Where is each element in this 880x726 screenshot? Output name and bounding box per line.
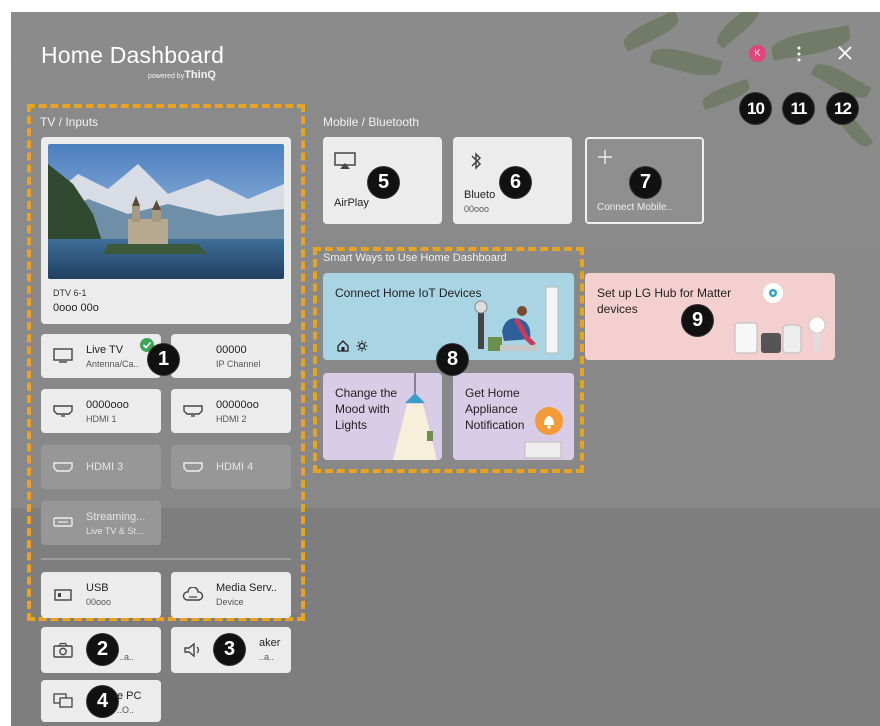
hdmi-icon [53,462,73,472]
appliance-notification-card[interactable]: Get Home Appliance Notification [453,373,574,460]
device-label: e PC [117,690,142,702]
hub-devices-illustration [734,316,826,354]
callout-1: 1 [148,344,179,375]
input-hdmi-4[interactable]: HDMI 4 [171,445,291,489]
callout-8: 8 [437,344,468,375]
streaming-icon [53,517,73,527]
callout-6: 6 [500,167,531,198]
avatar-letter: K [754,48,761,58]
tv-preview-card[interactable]: DTV 6-1 0ooo 00o [41,137,291,324]
connect-mobile-label: Connect Mobile.. [597,202,673,213]
cloud-icon [182,587,204,601]
callout-9: 9 [682,305,713,336]
input-label: Streaming... [86,511,146,523]
device-sub: 00ooo [86,597,112,607]
airplay-icon [334,152,356,169]
powered-by-thinq: powered byThinQ [148,69,216,81]
device-sub: Device [216,597,244,607]
input-label: HDMI 3 [86,461,124,473]
matter-gear-icon [763,283,783,303]
iot-illustration [474,286,559,354]
bluetooth-sub: 00ooo [464,204,490,214]
input-hdmi-2[interactable]: 00000oo HDMI 2 [171,389,291,433]
appliance-illustration [524,441,562,459]
input-live-tv[interactable]: Live TV Antenna/Ca.. [41,334,161,378]
mood-lights-card[interactable]: Change the Mood with Lights [323,373,442,460]
page-title: Home Dashboard [41,42,225,68]
device-usb[interactable]: USB 00ooo [41,572,161,618]
input-sub: HDMI 2 [216,414,247,424]
bluetooth-icon [471,152,482,170]
input-sub: HDMI 1 [86,414,117,424]
input-hdmi-1[interactable]: 0000ooo HDMI 1 [41,389,161,433]
input-sub: IP Channel [216,359,261,369]
hdmi-icon [183,405,203,417]
callout-3: 3 [214,634,245,665]
home-icon [337,340,349,352]
callout-10: 10 [740,93,771,124]
callout-12: 12 [827,93,858,124]
close-icon[interactable] [838,46,852,60]
matter-card-title: Set up LG Hub for Matter devices [597,286,732,316]
camera-icon [53,642,73,658]
tv-icon [53,348,73,363]
more-options-icon[interactable] [797,45,801,63]
usb-icon [54,589,72,601]
device-label: aker [259,637,281,649]
tv-channel: DTV 6-1 [53,288,87,298]
hdmi-icon [183,462,203,472]
input-ip-channel[interactable]: 00000 IP Channel [171,334,291,378]
input-sub: Live TV & St... [86,526,144,536]
input-label: 00000oo [216,399,259,411]
plus-icon [598,150,612,164]
lamp-illustration [393,373,437,460]
callout-2: 2 [87,634,118,665]
hdmi-icon [53,405,73,417]
pc-icon [53,693,73,708]
input-hdmi-3[interactable]: HDMI 3 [41,445,161,489]
input-label: HDMI 4 [216,461,254,473]
input-streaming[interactable]: Streaming... Live TV & St... [41,501,161,545]
device-media-server[interactable]: Media Serv.. Device [171,572,291,618]
airplay-label: AirPlay [334,197,369,209]
iot-card-title: Connect Home IoT Devices [335,286,482,300]
device-label: USB [86,582,109,594]
notification-card-title: Get Home Appliance Notification [465,386,525,432]
device-sub: ..a.. [259,652,275,662]
home-dashboard-screen: Home Dashboard powered byThinQ K TV / In… [11,12,880,726]
callout-4: 4 [87,686,118,717]
input-label: 00000 [216,344,247,356]
tv-program: 0ooo 00o [53,302,99,314]
device-sub: ..a.. [119,652,135,662]
tv-inputs-label: TV / Inputs [40,115,99,129]
powered-brand: ThinQ [184,69,216,81]
profile-avatar[interactable]: K [749,45,766,62]
mobile-bluetooth-label: Mobile / Bluetooth [323,115,420,129]
input-sub: Antenna/Ca.. [86,359,139,369]
device-sub: ..O.. [117,705,135,715]
input-label: 0000ooo [86,399,129,411]
bluetooth-label: Blueto [464,189,496,201]
bell-icon [535,407,563,435]
smart-ways-label: Smart Ways to Use Home Dashboard [323,252,507,264]
input-label: Live TV [86,344,124,356]
device-settings-icon [356,340,368,352]
callout-5: 5 [368,167,399,198]
device-label: Media Serv.. [216,582,277,594]
powered-prefix: powered by [148,73,185,80]
speaker-icon [184,642,200,658]
callout-11: 11 [783,93,814,124]
callout-7: 7 [630,167,661,198]
section-divider [41,558,291,560]
tv-preview-image [48,144,284,279]
